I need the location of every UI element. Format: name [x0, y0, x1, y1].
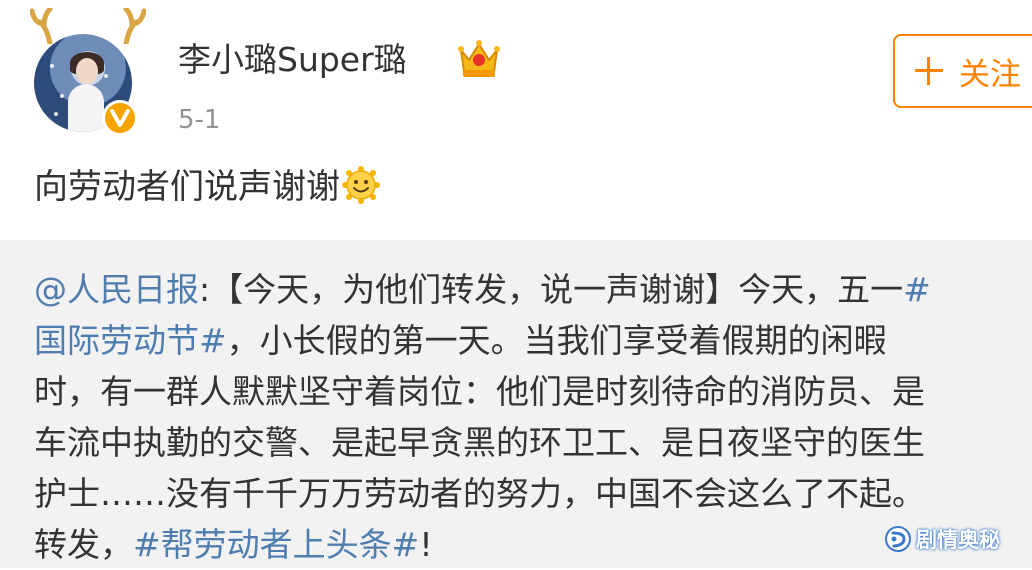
watermark-logo-icon	[885, 526, 911, 552]
follow-label: 关注	[959, 56, 1021, 93]
verified-badge-icon	[102, 100, 138, 136]
post-text-content: 向劳动者们说声谢谢	[34, 167, 340, 207]
antler-icon	[30, 8, 53, 44]
smile-emoji-icon	[342, 166, 380, 204]
post-time: 5-1	[178, 105, 221, 135]
topic-link-part[interactable]: #	[903, 270, 931, 309]
repost-card[interactable]: @人民日报:【今天，为他们转发，说一声谢谢】今天，五一# 国际劳动节#，小长假的…	[0, 240, 1032, 568]
repost-text-segment: ，小长假的第一天。当我们享受着假期的闲暇	[226, 321, 887, 360]
topic-link[interactable]: 国际劳动节#	[34, 321, 227, 360]
plus-icon	[915, 57, 943, 85]
topic-link[interactable]: #帮劳动者上头条#	[133, 525, 419, 564]
post-header: 李小璐Super璐 5-1 关注 向劳动者们说声谢谢	[0, 0, 1032, 240]
antler-icon	[123, 8, 146, 44]
watermark-text: 剧情奥秘	[916, 528, 1000, 552]
post-text: 向劳动者们说声谢谢	[34, 164, 380, 210]
repost-text: @人民日报:【今天，为他们转发，说一声谢谢】今天，五一# 国际劳动节#，小长假的…	[34, 264, 1032, 570]
repost-line: @人民日报:【今天，为他们转发，说一声谢谢】今天，五一#	[34, 264, 1032, 315]
avatar-wrapper[interactable]	[30, 8, 150, 138]
crown-icon[interactable]	[457, 38, 501, 80]
repost-line: 时，有一群人默默坚守着岗位：他们是时刻待命的消防员、是	[34, 372, 925, 411]
mention-link[interactable]: @人民日报	[34, 270, 199, 309]
author-name[interactable]: 李小璐Super璐	[178, 38, 407, 82]
repost-text-segment: 转发，	[34, 525, 133, 564]
repost-line: 转发，#帮劳动者上头条#!	[34, 519, 1032, 570]
follow-button[interactable]: 关注	[893, 34, 1032, 108]
repost-line: 国际劳动节#，小长假的第一天。当我们享受着假期的闲暇	[34, 315, 1032, 366]
repost-text-segment: !	[419, 525, 433, 564]
repost-line: 护士……没有千千万万劳动者的努力，中国不会这么了不起。	[34, 474, 925, 513]
repost-line: 车流中执勤的交警、是起早贪黑的环卫工、是日夜坚守的医生	[34, 423, 925, 462]
watermark: 剧情奥秘	[884, 519, 1000, 559]
repost-text-segment: :【今天，为他们转发，说一声谢谢】今天，五一	[199, 270, 904, 309]
